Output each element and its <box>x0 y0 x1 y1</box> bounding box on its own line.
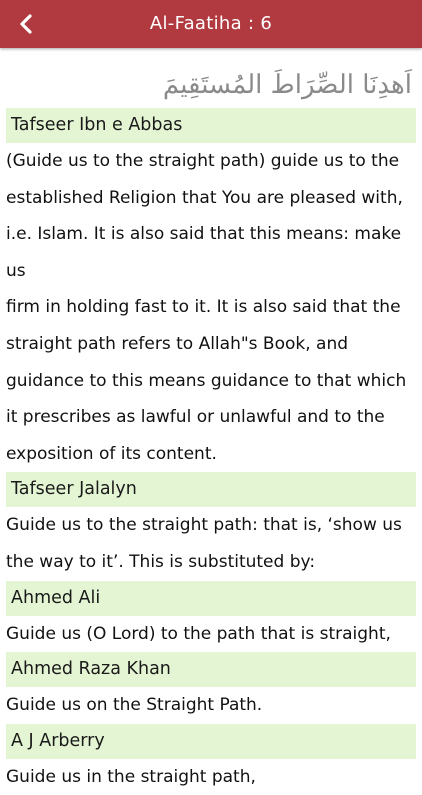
text-line: the way to it’. This is substituted by: <box>6 551 316 572</box>
navigation-bar: Al-Faatiha : 6 <box>0 0 422 48</box>
section-body: Guide us to the straight path: that is, … <box>0 507 422 580</box>
page-title: Al-Faatiha : 6 <box>149 13 273 34</box>
text-line: straight path refers to Allah"s Book, an… <box>6 333 349 354</box>
section-body: Guide us on the Straight Path. <box>0 687 422 724</box>
section-header: A J Arberry <box>6 723 416 759</box>
ayah-arabic-text: اَهدِنَا الصِّرَاطَ المُستَقِيمَ <box>162 70 412 100</box>
text-line: exposition of its content. <box>6 443 217 464</box>
tafseer-section: Ahmed Raza Khan Guide us on the Straight… <box>0 652 422 724</box>
tafseer-section: Tafseer Ibn e Abbas (Guide us to the str… <box>0 108 422 472</box>
text-line: Guide us on the Straight Path. <box>6 695 263 716</box>
tafseer-content: اَهدِنَا الصِّرَاطَ المُستَقِيمَ Tafseer… <box>0 48 422 795</box>
section-body: (Guide us to the straight path) guide us… <box>0 143 422 472</box>
text-line: i.e. Islam. It is also said that this me… <box>6 224 402 281</box>
text-line: Guide us (O Lord) to the path that is st… <box>6 623 391 644</box>
section-header: Tafseer Ibn e Abbas <box>6 108 416 143</box>
section-header: Ahmed Ali <box>6 580 416 616</box>
tafseer-section: Tafseer Jalalyn Guide us to the straight… <box>0 472 422 580</box>
text-line: Guide us to the straight path: that is, … <box>6 515 402 536</box>
text-line: it prescribes as lawful or unlawful and … <box>6 407 385 428</box>
section-header: Tafseer Jalalyn <box>6 472 416 508</box>
section-body: Guide us in the straight path, <box>0 759 422 795</box>
section-body: Guide us (O Lord) to the path that is st… <box>0 616 422 653</box>
text-line: Guide us in the straight path, <box>6 766 256 787</box>
text-line: guidance to this means guidance to that … <box>6 370 407 391</box>
tafseer-section: Ahmed Ali Guide us (O Lord) to the path … <box>0 580 422 653</box>
text-line: (Guide us to the straight path) guide us… <box>6 151 400 171</box>
section-header: Ahmed Raza Khan <box>6 652 416 688</box>
text-line: firm in holding fast to it. It is also s… <box>6 297 401 318</box>
tafseer-section: A J Arberry Guide us in the straight pat… <box>0 723 422 795</box>
text-line: established Religion that You are please… <box>6 187 403 208</box>
